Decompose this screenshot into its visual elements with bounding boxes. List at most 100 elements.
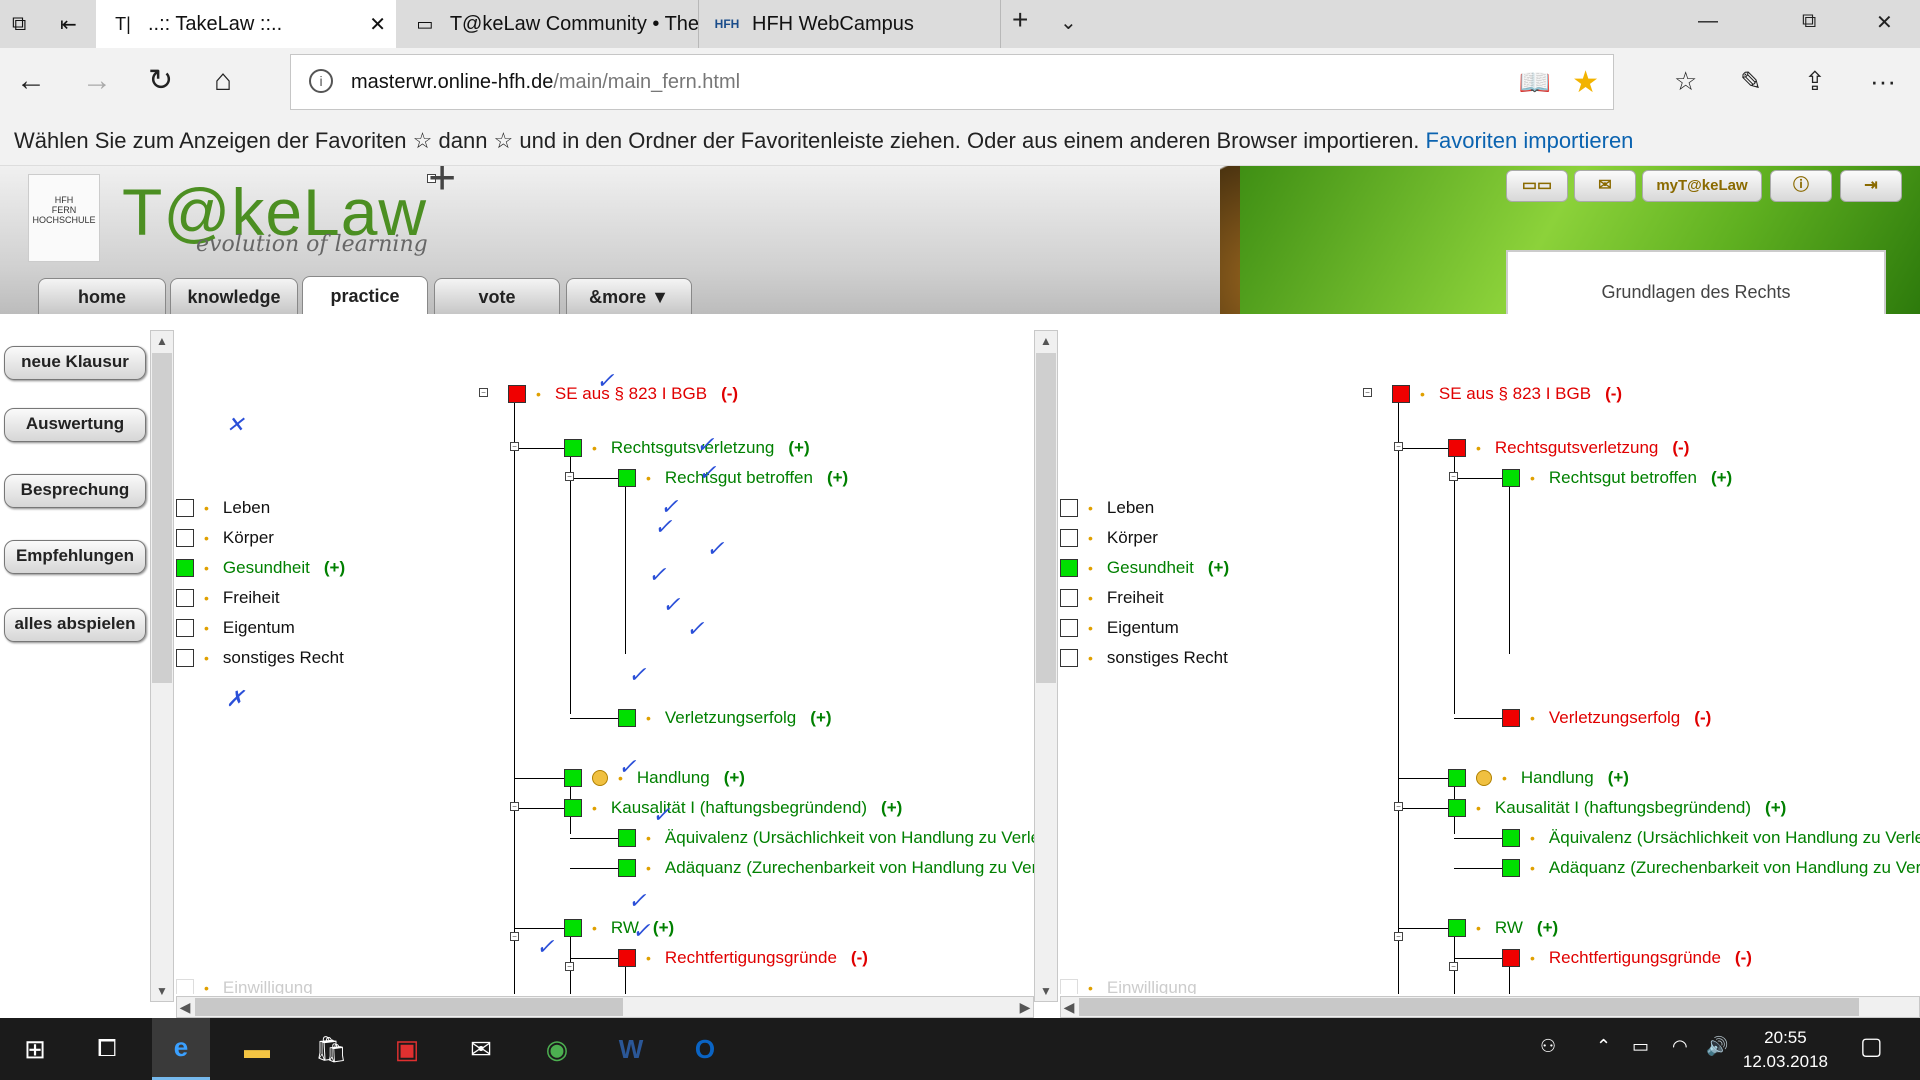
collapse-toggle-icon[interactable]: − [565,962,574,971]
forward-icon[interactable]: → [82,64,112,98]
favorite-star-icon[interactable]: ★ [1572,65,1599,100]
status-checkbox[interactable] [564,919,582,937]
collapse-toggle-icon[interactable]: − [1394,802,1403,811]
status-checkbox[interactable] [1502,859,1520,877]
collapse-toggle-icon[interactable]: − [510,802,519,811]
status-checkbox[interactable] [1502,949,1520,967]
info-icon[interactable]: ⓘ [1770,170,1832,202]
status-checkbox[interactable] [1060,619,1078,637]
status-checkbox[interactable] [1448,919,1466,937]
tab-webcampus[interactable]: HFH HFH WebCampus [700,0,1000,48]
status-checkbox[interactable] [508,385,526,403]
collapse-toggle-icon[interactable]: − [1394,932,1403,941]
home-icon[interactable]: ⌂ [214,64,232,98]
status-checkbox[interactable] [564,799,582,817]
store-icon[interactable]: 🛍 [302,1018,360,1080]
status-checkbox[interactable] [1502,829,1520,847]
status-checkbox[interactable] [1448,799,1466,817]
outlook-icon[interactable]: O [676,1018,734,1080]
play-all-button[interactable]: alles abspielen [4,608,146,642]
right-panel-hscrollbar[interactable]: ◀ [1060,996,1920,1018]
system-clock[interactable]: 20:55 12.03.2018 [1743,1026,1828,1074]
scroll-down-arrow-icon[interactable]: ▼ [151,981,173,1001]
back-icon[interactable]: ← [16,64,46,98]
mytakelaw-button[interactable]: myT@keLaw [1642,170,1762,202]
site-info-icon[interactable]: i [309,69,333,93]
status-checkbox[interactable] [564,769,582,787]
action-center-icon[interactable]: ▢ [1860,1032,1883,1061]
status-checkbox[interactable] [1448,439,1466,457]
status-checkbox[interactable] [1060,529,1078,547]
tree-node[interactable]: • RW (+) [564,916,674,940]
collapse-toggle-icon[interactable]: − [565,472,574,481]
chrome-icon[interactable]: ◉ [528,1018,586,1080]
collapse-toggle-icon[interactable]: − [510,932,519,941]
address-bar[interactable]: i masterwr.online-hfh.de/main/main_fern.… [290,54,1614,110]
middle-vscrollbar[interactable]: ▲ ▼ [1034,330,1058,1002]
status-checkbox[interactable] [176,499,194,517]
collapse-toggle-icon[interactable]: − [1394,442,1403,451]
tab-community[interactable]: ▭ T@keLaw Community • The [398,0,698,48]
minimize-icon[interactable]: — [1698,10,1718,33]
tree-node[interactable]: • Adäquanz (Zurechenbarkeit von Handlung … [1502,856,1920,880]
status-checkbox[interactable] [618,709,636,727]
volume-icon[interactable]: 🔊 [1706,1036,1728,1057]
nav-tab-knowledge[interactable]: knowledge [170,278,298,314]
status-checkbox[interactable] [618,829,636,847]
tree-node[interactable]: • Leben [176,496,284,520]
tree-node[interactable]: • Einwilligung [176,976,327,994]
left-panel-vscrollbar[interactable]: ▲ ▼ [150,330,174,1002]
recommendations-button[interactable]: Empfehlungen [4,540,146,574]
tree-node[interactable]: • Rechtsgutsverletzung (-) [1448,436,1689,460]
nav-tab-vote[interactable]: vote [434,278,560,314]
scroll-thumb[interactable] [152,353,172,683]
tree-node[interactable]: • Äquivalenz (Ursächlichkeit von Handlung… [618,826,1034,850]
mail-app-icon[interactable]: ✉ [452,1018,510,1080]
tree-node[interactable]: • SE aus § 823 I BGB (-) [1392,382,1622,406]
tree-node[interactable]: • Gesundheit (+) [176,556,345,580]
collapse-toggle-icon[interactable]: − [1363,388,1372,397]
tree-node[interactable]: • sonstiges Recht [176,646,358,670]
tree-node[interactable]: • Rechtsgut betroffen (+) [618,466,848,490]
tree-node[interactable]: • Rechtfertigungsgründe (-) [1502,946,1752,970]
tree-node[interactable]: • Rechtsgutsverletzung (+) [564,436,810,460]
refresh-icon[interactable]: ↻ [148,64,173,98]
tree-node[interactable]: • Freiheit [1060,586,1178,610]
scroll-thumb[interactable] [1079,998,1859,1016]
status-checkbox[interactable] [1448,769,1466,787]
status-checkbox[interactable] [1392,385,1410,403]
gift-app-icon[interactable]: ▣ [378,1018,436,1080]
status-checkbox[interactable] [1060,979,1078,994]
nav-tab-practice[interactable]: practice [302,276,428,314]
status-checkbox[interactable] [176,649,194,667]
web-note-icon[interactable]: ✎ [1740,64,1762,98]
tree-node[interactable]: • RW (+) [1448,916,1558,940]
tree-node[interactable]: • Verletzungserfolg (+) [618,706,832,730]
status-checkbox[interactable] [618,469,636,487]
tab-preview-icon[interactable]: ⧉ [0,0,46,48]
tree-node[interactable]: • Körper [176,526,288,550]
evaluation-button[interactable]: Auswertung [4,408,146,442]
status-checkbox[interactable] [1060,499,1078,517]
tree-node[interactable]: • Verletzungserfolg (-) [1502,706,1711,730]
scroll-thumb[interactable] [195,998,623,1016]
status-checkbox[interactable] [176,529,194,547]
tree-node[interactable]: • Eigentum [1060,616,1193,640]
tree-node[interactable]: • Adäquanz (Zurechenbarkeit von Handlung … [618,856,1034,880]
status-checkbox[interactable] [176,589,194,607]
status-checkbox[interactable] [618,949,636,967]
file-explorer-icon[interactable]: ▬ [228,1018,286,1080]
tree-node[interactable]: • Gesundheit (+) [1060,556,1229,580]
collapse-toggle-icon[interactable]: − [1449,472,1458,481]
status-checkbox[interactable] [1060,559,1078,577]
tree-node[interactable]: • Äquivalenz (Ursächlichkeit von Handlung… [1502,826,1920,850]
new-tab-icon[interactable]: + [1012,4,1028,36]
status-checkbox[interactable] [176,559,194,577]
status-checkbox[interactable] [1060,589,1078,607]
left-panel-hscrollbar[interactable]: ◀ ▶ [176,996,1034,1018]
tree-node[interactable]: • Körper [1060,526,1172,550]
scroll-thumb[interactable] [1036,353,1056,683]
tree-node[interactable]: • Eigentum [176,616,309,640]
tree-node[interactable]: • Einwilligung [1060,976,1211,994]
chat-icon[interactable]: ▭▭ [1506,170,1568,202]
